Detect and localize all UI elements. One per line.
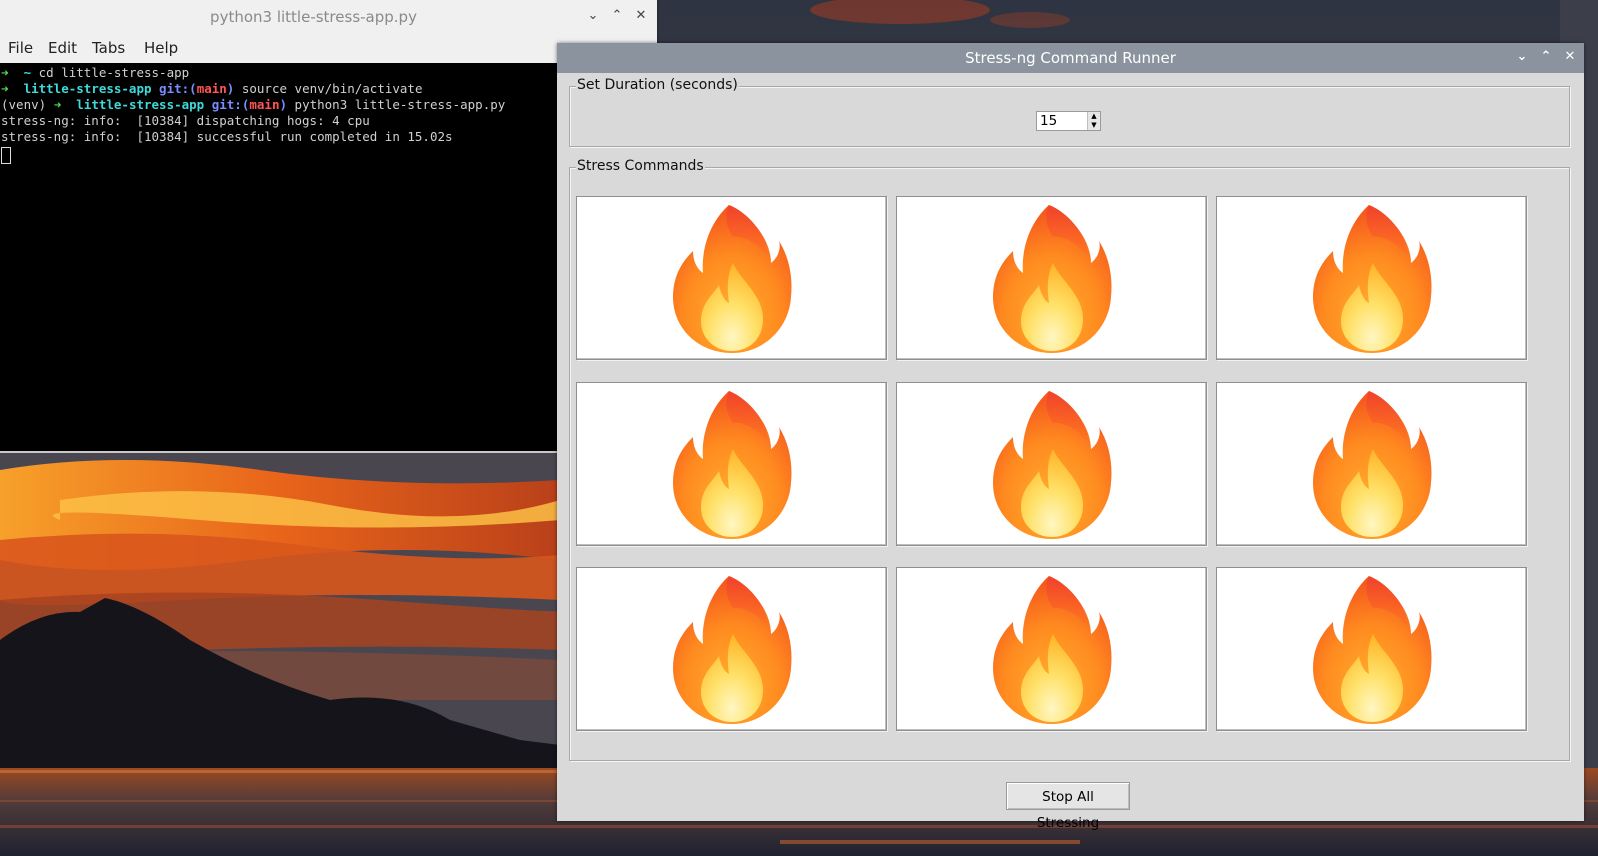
app-titlebar[interactable]: Stress-ng Command Runner ⌄ ⌃ ✕ [557, 43, 1584, 73]
stress-command-button[interactable] [576, 567, 887, 731]
fire-icon [1313, 205, 1432, 353]
terminal-cursor [1, 147, 11, 164]
fire-icon [1313, 391, 1432, 539]
terminal-text-segment: python3 little-stress-app.py [294, 97, 506, 112]
app-title: Stress-ng Command Runner [965, 49, 1176, 67]
terminal-text-segment: little-stress-app [76, 97, 212, 112]
chevron-up-icon: ⌃ [611, 8, 623, 23]
close-icon: ✕ [635, 8, 647, 23]
spin-down-arrow-icon[interactable]: ▼ [1088, 121, 1100, 130]
terminal-text-segment: git:( [159, 81, 197, 96]
chevron-down-icon: ⌄ [1516, 49, 1528, 64]
stop-all-stressing-button[interactable]: Stop All Stressing [1006, 782, 1130, 831]
stress-command-button[interactable] [896, 196, 1207, 360]
fire-icon [993, 391, 1112, 539]
terminal-titlebar[interactable]: python3 little-stress-app.py ⌄ ⌃ ✕ [0, 0, 657, 34]
terminal-text-segment: (venv) [1, 97, 54, 112]
spin-arrows: ▲ ▼ [1087, 112, 1100, 130]
app-minimize-button[interactable]: ⌄ [1514, 49, 1530, 65]
terminal-text-segment: ➜ [1, 65, 24, 80]
fire-icon [673, 576, 792, 724]
terminal-text-segment: stress-ng: info: [10384] successful run … [1, 129, 453, 144]
terminal-text-segment: ➜ [1, 81, 24, 96]
terminal-text-segment: little-stress-app [23, 81, 160, 96]
terminal-text-segment: main [196, 81, 227, 96]
terminal-text-segment: source venv/bin/activate [241, 81, 423, 96]
stress-command-button[interactable] [1216, 567, 1527, 731]
terminal-text-segment: ➜ [53, 97, 77, 112]
duration-group-label: Set Duration (seconds) [576, 77, 739, 93]
chevron-up-icon: ⌃ [1540, 49, 1552, 64]
stress-command-button[interactable] [1216, 196, 1527, 360]
terminal-text-segment: git:( [211, 97, 250, 112]
stress-app-window[interactable]: Stress-ng Command Runner ⌄ ⌃ ✕ Set Durat… [557, 43, 1584, 831]
terminal-text-segment: ) [226, 81, 242, 96]
terminal-text-segment: main [249, 97, 280, 112]
duration-spinbox[interactable]: 15 ▲ ▼ [1036, 111, 1101, 131]
stress-command-button[interactable] [896, 382, 1207, 546]
terminal-text-segment: ) [279, 97, 295, 112]
fire-icon [673, 205, 792, 353]
minimize-button[interactable]: ⌄ [584, 7, 602, 25]
terminal-title: python3 little-stress-app.py [210, 8, 417, 26]
fire-icon [993, 576, 1112, 724]
fire-icon [993, 205, 1112, 353]
stress-commands-group-label: Stress Commands [576, 158, 705, 174]
menu-edit[interactable]: Edit [48, 39, 77, 57]
terminal-text-segment: cd little-stress-app [38, 65, 190, 80]
close-button[interactable]: ✕ [632, 7, 650, 25]
stress-command-button[interactable] [896, 567, 1207, 731]
duration-value[interactable]: 15 [1040, 113, 1057, 129]
stress-command-button[interactable] [576, 196, 887, 360]
chevron-down-icon: ⌄ [587, 8, 599, 23]
fire-icon [1313, 576, 1432, 724]
close-icon: ✕ [1564, 49, 1576, 64]
terminal-text-segment: ~ [23, 65, 39, 80]
app-maximize-button[interactable]: ⌃ [1538, 49, 1554, 65]
terminal-text-segment: stress-ng: info: [10384] dispatching hog… [1, 113, 370, 128]
maximize-button[interactable]: ⌃ [608, 7, 626, 25]
app-close-button[interactable]: ✕ [1562, 49, 1578, 65]
menu-file[interactable]: File [8, 39, 33, 57]
menu-tabs[interactable]: Tabs [92, 39, 125, 57]
fire-icon [673, 391, 792, 539]
stress-command-button[interactable] [576, 382, 887, 546]
stress-command-button[interactable] [1216, 382, 1527, 546]
menu-help[interactable]: Help [144, 39, 178, 57]
spin-up-arrow-icon[interactable]: ▲ [1088, 112, 1100, 121]
